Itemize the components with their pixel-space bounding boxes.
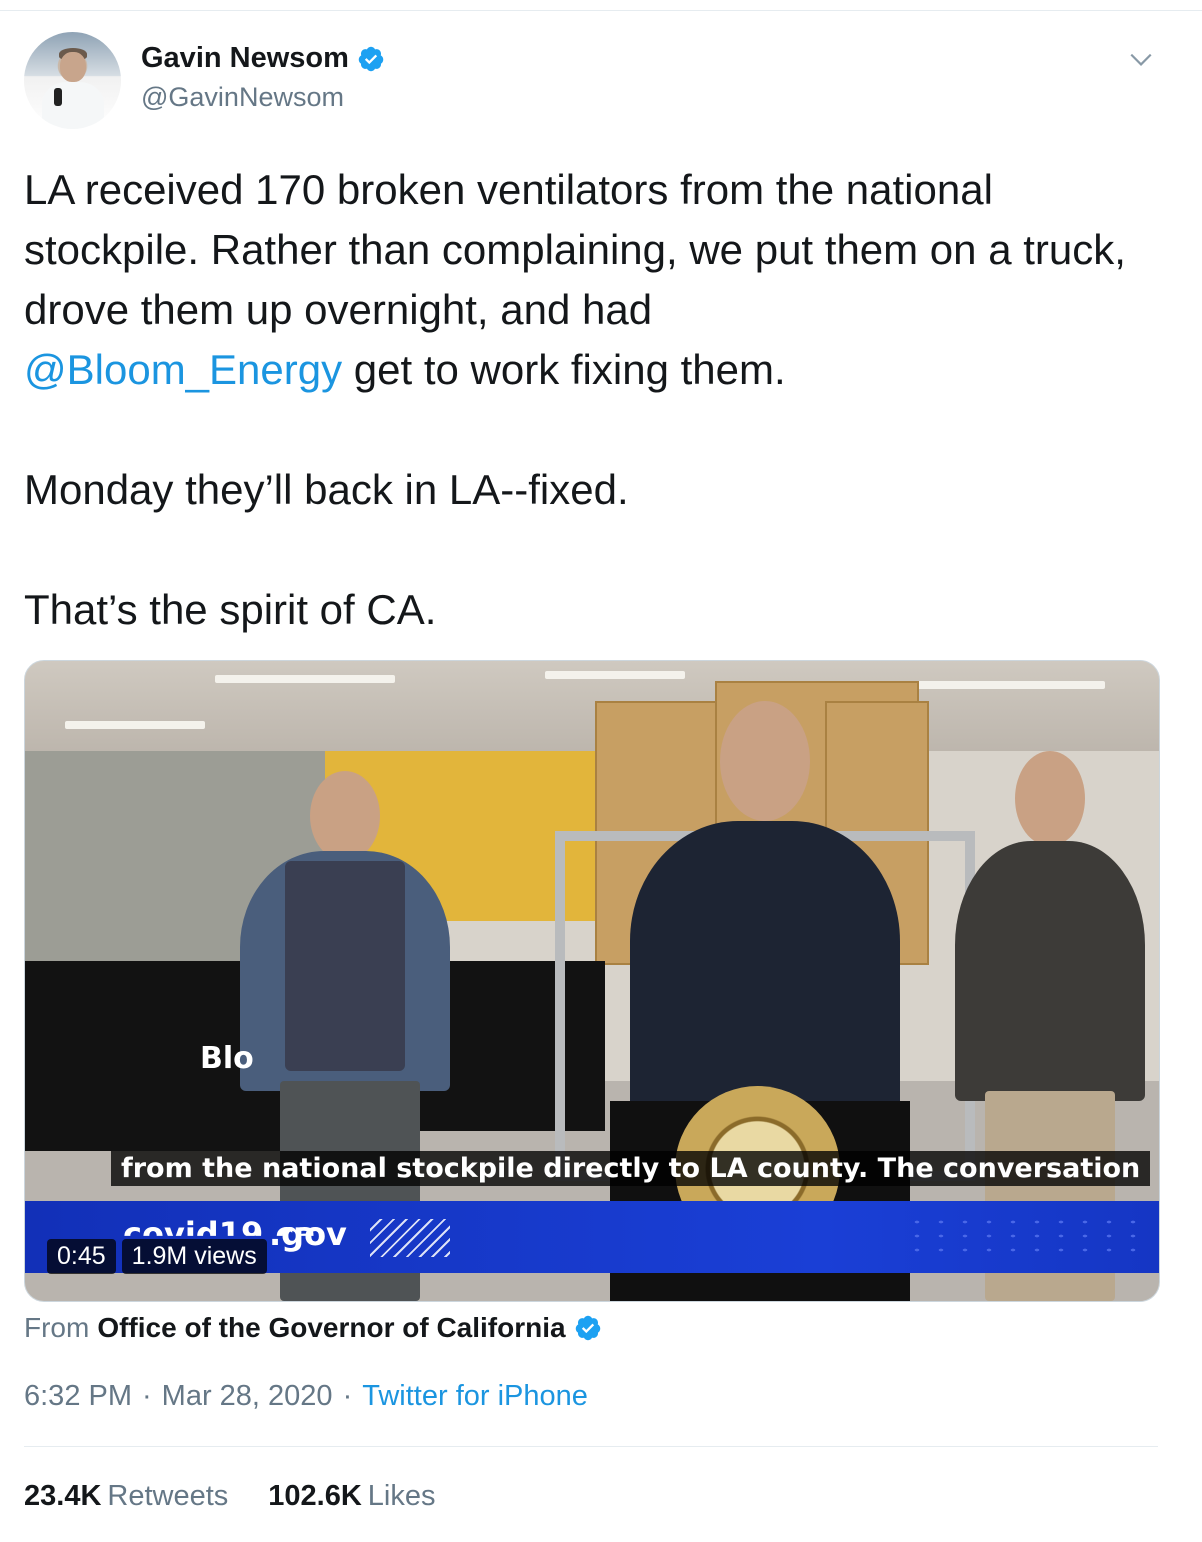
likes-count: 102.6K — [268, 1480, 362, 1512]
video-duration: 0:45 — [47, 1239, 116, 1274]
tweet-paragraph-1: LA received 170 broken ventilators from … — [24, 160, 1154, 400]
avatar-shirt — [42, 82, 104, 129]
from-label: From — [24, 1312, 90, 1343]
meta-separator: · — [142, 1380, 152, 1412]
video-attribution: From Office of the Governor of Californi… — [24, 1312, 602, 1344]
video-site-text: .gov — [269, 1215, 347, 1253]
likes-label: Likes — [367, 1480, 436, 1512]
likes-stat[interactable]: 102.6K Likes — [268, 1480, 435, 1513]
video-meta: 0:45 1.9M views — [47, 1239, 267, 1274]
author-handle[interactable]: @GavinNewsom — [141, 82, 344, 113]
video-views: 1.9M views — [121, 1239, 267, 1274]
avatar-face — [60, 52, 86, 82]
video-player[interactable]: Blo from the national stockpile directly… — [24, 660, 1160, 1302]
tweet-time[interactable]: 6:32 PM — [24, 1380, 132, 1413]
tweet-text-segment: get to work fixing them. — [342, 346, 786, 393]
tweet-text: LA received 170 broken ventilators from … — [24, 160, 1154, 640]
mention-link[interactable]: @Bloom_Energy — [24, 346, 342, 393]
tweet-meta: 6:32 PM · Mar 28, 2020 · Twitter for iPh… — [24, 1380, 588, 1413]
retweets-label: Retweets — [107, 1480, 229, 1512]
video-person-speaker — [620, 701, 910, 1131]
tweet-text-segment: LA received 170 broken ventilators from … — [24, 166, 1126, 333]
video-sign-text: Blo — [200, 1041, 254, 1076]
stats-divider — [24, 1446, 1158, 1447]
from-account-link[interactable]: Office of the Governor of California — [97, 1312, 565, 1344]
avatar[interactable] — [24, 32, 121, 129]
tweet-date[interactable]: Mar 28, 2020 — [162, 1380, 333, 1413]
video-lower-third-hatch — [370, 1219, 450, 1257]
verified-badge-icon — [575, 1315, 600, 1341]
avatar-microphone — [54, 88, 62, 106]
tweet-paragraph-3: That’s the spirit of CA. — [24, 586, 437, 633]
verified-badge-icon — [358, 46, 384, 71]
retweets-stat[interactable]: 23.4K Retweets — [24, 1480, 228, 1513]
meta-separator: · — [342, 1380, 353, 1412]
tweet-paragraph-2: Monday they’ll back in LA--fixed. — [24, 466, 629, 513]
author-display-name[interactable]: Gavin Newsom — [141, 42, 349, 75]
video-caption: from the national stockpile directly to … — [111, 1151, 1151, 1186]
author-name-row[interactable]: Gavin Newsom — [141, 42, 385, 75]
top-divider — [0, 10, 1202, 11]
retweets-count: 23.4K — [24, 1480, 102, 1512]
tweet-stats: 23.4K Retweets 102.6K Likes — [24, 1480, 436, 1513]
tweet-source-link[interactable]: Twitter for iPhone — [362, 1380, 588, 1413]
chevron-down-icon[interactable] — [1128, 46, 1154, 72]
